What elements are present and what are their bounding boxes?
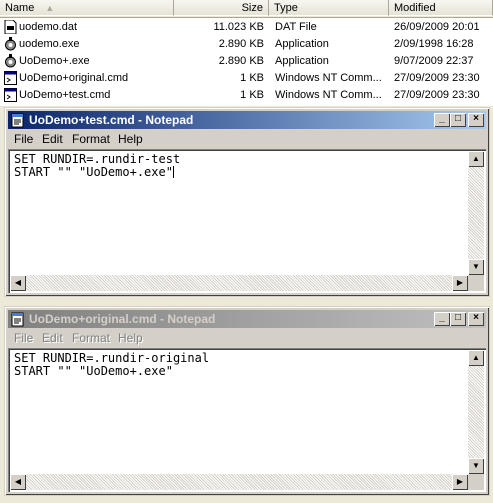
- menu-file[interactable]: File: [14, 329, 33, 348]
- cmd-file-icon: [4, 71, 17, 85]
- maximize-button[interactable]: □: [450, 113, 466, 127]
- file-size: 1 KB: [240, 89, 264, 101]
- file-row-uodemo-dat[interactable]: uodemo.dat 11.023 KB DAT File 26/09/2009…: [0, 19, 493, 36]
- menu-format[interactable]: Format: [72, 130, 110, 149]
- file-name: UoDemo+test.cmd: [19, 89, 111, 101]
- editor-line: SET RUNDIR=.rundir-test: [14, 152, 181, 166]
- column-header-type[interactable]: Type: [269, 0, 389, 16]
- file-row-uodemo-test-cmd[interactable]: UoDemo+test.cmd 1 KB Windows NT Comm... …: [0, 87, 493, 104]
- scroll-up-button[interactable]: ▲: [468, 151, 484, 167]
- dat-file-icon: [4, 20, 17, 34]
- exe-icon: [5, 54, 16, 68]
- column-header-bar: Name ▲ Size Type Modified: [0, 0, 493, 18]
- file-name: uodemo.dat: [19, 21, 78, 33]
- editor-line: START "" "UoDemo+.exe": [14, 165, 173, 179]
- vertical-scrollbar[interactable]: ▲ ▼: [468, 350, 484, 474]
- window-title: UoDemo+test.cmd - Notepad: [29, 113, 194, 127]
- menu-edit[interactable]: Edit: [42, 130, 63, 149]
- editor-line: START "" "UoDemo+.exe": [14, 364, 173, 378]
- column-name-label: Name: [5, 2, 35, 14]
- file-type: Windows NT Comm...: [275, 72, 382, 84]
- file-type: Windows NT Comm...: [275, 89, 382, 101]
- file-size: 11.023 KB: [213, 21, 264, 33]
- menu-bar: File Edit Format Help: [8, 329, 486, 348]
- notepad-icon: [11, 312, 24, 327]
- text-editor[interactable]: SET RUNDIR=.rundir-original START "" "Uo…: [8, 348, 486, 492]
- file-size: 2.890 KB: [218, 38, 264, 50]
- file-modified: 9/07/2009 22:37: [394, 55, 474, 67]
- file-list: Name ▲ Size Type Modified uodemo.dat 11.…: [0, 0, 493, 106]
- text-caret: [172, 166, 174, 178]
- editor-content: SET RUNDIR=.rundir-test START "" "UoDemo…: [14, 153, 180, 179]
- scroll-left-button[interactable]: ◀: [10, 275, 26, 291]
- column-header-modified[interactable]: Modified: [389, 0, 493, 16]
- scroll-down-button[interactable]: ▼: [468, 458, 484, 474]
- horizontal-scrollbar[interactable]: ◀ ▶: [10, 474, 468, 490]
- notepad-window-original: UoDemo+original.cmd - Notepad _ □ × File…: [4, 306, 490, 496]
- file-modified: 26/09/2009 20:01: [394, 21, 480, 33]
- title-bar[interactable]: UoDemo+original.cmd - Notepad _ □ ×: [8, 310, 486, 328]
- text-editor[interactable]: SET RUNDIR=.rundir-test START "" "UoDemo…: [8, 149, 486, 293]
- menu-bar: File Edit Format Help: [8, 130, 486, 149]
- column-header-name[interactable]: Name ▲: [0, 0, 174, 16]
- file-name: uodemo.exe: [19, 38, 80, 50]
- title-bar[interactable]: UoDemo+test.cmd - Notepad _ □ ×: [8, 111, 486, 129]
- caption-buttons: _ □ ×: [434, 312, 484, 326]
- file-row-uodemo-exe[interactable]: uodemo.exe 2.890 KB Application 2/09/199…: [0, 36, 493, 53]
- file-name: UoDemo+original.cmd: [19, 72, 129, 84]
- menu-help[interactable]: Help: [118, 329, 143, 348]
- file-name: UoDemo+.exe: [19, 55, 90, 67]
- horizontal-scrollbar[interactable]: ◀ ▶: [10, 275, 468, 291]
- column-header-size[interactable]: Size: [174, 0, 269, 16]
- file-row-uodemo-original-cmd[interactable]: UoDemo+original.cmd 1 KB Windows NT Comm…: [0, 70, 493, 87]
- menu-help[interactable]: Help: [118, 130, 143, 149]
- notepad-window-test: UoDemo+test.cmd - Notepad _ □ × File Edi…: [4, 107, 490, 297]
- vertical-scrollbar[interactable]: ▲ ▼: [468, 151, 484, 275]
- maximize-button[interactable]: □: [450, 312, 466, 326]
- sort-up-icon: ▲: [45, 3, 55, 13]
- file-modified: 27/09/2009 23:30: [394, 89, 480, 101]
- file-type: Application: [275, 38, 329, 50]
- scroll-left-button[interactable]: ◀: [10, 474, 26, 490]
- file-modified: 2/09/1998 16:28: [394, 38, 474, 50]
- file-type: DAT File: [275, 21, 317, 33]
- close-button[interactable]: ×: [468, 113, 484, 127]
- file-size: 2.890 KB: [218, 55, 264, 67]
- exe-icon: [5, 37, 16, 51]
- size-grip[interactable]: [468, 474, 484, 490]
- file-row-uodemo-plus-exe[interactable]: UoDemo+.exe 2.890 KB Application 9/07/20…: [0, 53, 493, 70]
- size-grip[interactable]: [468, 275, 484, 291]
- menu-format[interactable]: Format: [72, 329, 110, 348]
- file-size: 1 KB: [240, 72, 264, 84]
- minimize-button[interactable]: _: [434, 113, 450, 127]
- window-title: UoDemo+original.cmd - Notepad: [29, 312, 216, 326]
- notepad-icon: [11, 113, 24, 128]
- file-type: Application: [275, 55, 329, 67]
- minimize-button[interactable]: _: [434, 312, 450, 326]
- scroll-down-button[interactable]: ▼: [468, 259, 484, 275]
- menu-file[interactable]: File: [14, 130, 33, 149]
- scroll-up-button[interactable]: ▲: [468, 350, 484, 366]
- close-button[interactable]: ×: [468, 312, 484, 326]
- editor-line: SET RUNDIR=.rundir-original: [14, 351, 210, 365]
- menu-edit[interactable]: Edit: [42, 329, 63, 348]
- cmd-file-icon: [4, 88, 17, 102]
- file-modified: 27/09/2009 23:30: [394, 72, 480, 84]
- editor-content: SET RUNDIR=.rundir-original START "" "Uo…: [14, 352, 209, 378]
- scroll-right-button[interactable]: ▶: [452, 275, 468, 291]
- caption-buttons: _ □ ×: [434, 113, 484, 127]
- scroll-right-button[interactable]: ▶: [452, 474, 468, 490]
